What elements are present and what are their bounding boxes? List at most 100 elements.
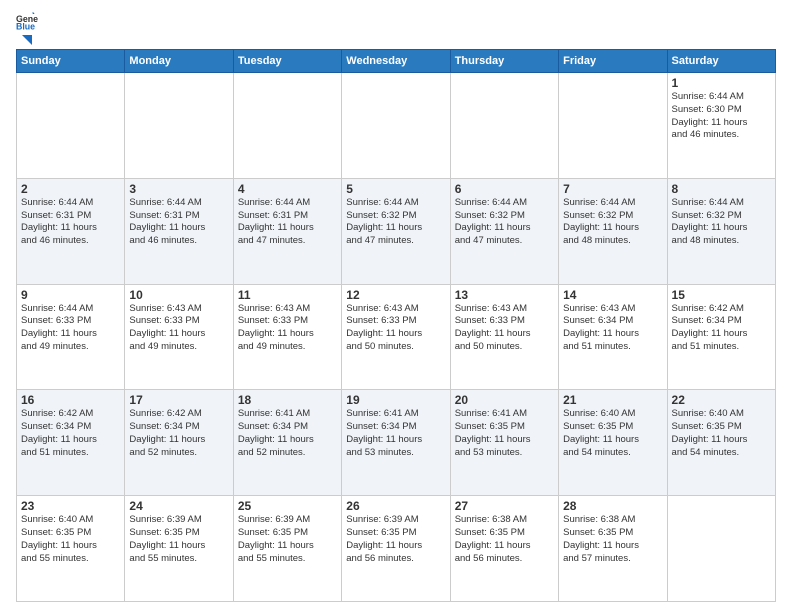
day-cell: 16Sunrise: 6:42 AMSunset: 6:34 PMDayligh… (17, 390, 125, 496)
day-info: Sunrise: 6:44 AMSunset: 6:31 PMDaylight:… (238, 197, 337, 248)
day-cell: 3Sunrise: 6:44 AMSunset: 6:31 PMDaylight… (125, 178, 233, 284)
day-cell: 27Sunrise: 6:38 AMSunset: 6:35 PMDayligh… (450, 496, 558, 602)
day-cell: 1Sunrise: 6:44 AMSunset: 6:30 PMDaylight… (667, 73, 775, 179)
logo: General Blue (16, 12, 38, 45)
day-number: 15 (672, 288, 771, 302)
day-number: 10 (129, 288, 228, 302)
day-cell: 12Sunrise: 6:43 AMSunset: 6:33 PMDayligh… (342, 284, 450, 390)
day-info: Sunrise: 6:41 AMSunset: 6:34 PMDaylight:… (346, 408, 445, 459)
day-info: Sunrise: 6:43 AMSunset: 6:33 PMDaylight:… (238, 303, 337, 354)
weekday-header-friday: Friday (559, 50, 667, 73)
day-info: Sunrise: 6:42 AMSunset: 6:34 PMDaylight:… (129, 408, 228, 459)
day-number: 11 (238, 288, 337, 302)
week-row-2: 2Sunrise: 6:44 AMSunset: 6:31 PMDaylight… (17, 178, 776, 284)
day-number: 2 (21, 182, 120, 196)
day-number: 12 (346, 288, 445, 302)
logo-triangle-icon (16, 31, 34, 49)
header: General Blue (16, 12, 776, 45)
day-number: 13 (455, 288, 554, 302)
day-info: Sunrise: 6:44 AMSunset: 6:32 PMDaylight:… (346, 197, 445, 248)
day-info: Sunrise: 6:44 AMSunset: 6:31 PMDaylight:… (129, 197, 228, 248)
day-cell: 14Sunrise: 6:43 AMSunset: 6:34 PMDayligh… (559, 284, 667, 390)
weekday-row: SundayMondayTuesdayWednesdayThursdayFrid… (17, 50, 776, 73)
day-cell: 28Sunrise: 6:38 AMSunset: 6:35 PMDayligh… (559, 496, 667, 602)
day-info: Sunrise: 6:39 AMSunset: 6:35 PMDaylight:… (129, 514, 228, 565)
day-info: Sunrise: 6:38 AMSunset: 6:35 PMDaylight:… (455, 514, 554, 565)
day-cell: 10Sunrise: 6:43 AMSunset: 6:33 PMDayligh… (125, 284, 233, 390)
day-info: Sunrise: 6:44 AMSunset: 6:31 PMDaylight:… (21, 197, 120, 248)
day-cell (17, 73, 125, 179)
day-number: 7 (563, 182, 662, 196)
day-cell: 21Sunrise: 6:40 AMSunset: 6:35 PMDayligh… (559, 390, 667, 496)
day-cell: 2Sunrise: 6:44 AMSunset: 6:31 PMDaylight… (17, 178, 125, 284)
day-cell: 7Sunrise: 6:44 AMSunset: 6:32 PMDaylight… (559, 178, 667, 284)
day-info: Sunrise: 6:41 AMSunset: 6:34 PMDaylight:… (238, 408, 337, 459)
day-cell: 9Sunrise: 6:44 AMSunset: 6:33 PMDaylight… (17, 284, 125, 390)
day-number: 18 (238, 393, 337, 407)
day-number: 25 (238, 499, 337, 513)
day-info: Sunrise: 6:44 AMSunset: 6:32 PMDaylight:… (563, 197, 662, 248)
weekday-header-saturday: Saturday (667, 50, 775, 73)
day-cell: 11Sunrise: 6:43 AMSunset: 6:33 PMDayligh… (233, 284, 341, 390)
day-info: Sunrise: 6:44 AMSunset: 6:33 PMDaylight:… (21, 303, 120, 354)
day-info: Sunrise: 6:40 AMSunset: 6:35 PMDaylight:… (21, 514, 120, 565)
weekday-header-tuesday: Tuesday (233, 50, 341, 73)
day-cell: 24Sunrise: 6:39 AMSunset: 6:35 PMDayligh… (125, 496, 233, 602)
day-number: 14 (563, 288, 662, 302)
day-cell (125, 73, 233, 179)
day-cell: 15Sunrise: 6:42 AMSunset: 6:34 PMDayligh… (667, 284, 775, 390)
week-row-3: 9Sunrise: 6:44 AMSunset: 6:33 PMDaylight… (17, 284, 776, 390)
day-info: Sunrise: 6:43 AMSunset: 6:33 PMDaylight:… (129, 303, 228, 354)
calendar-body: 1Sunrise: 6:44 AMSunset: 6:30 PMDaylight… (17, 73, 776, 602)
day-number: 28 (563, 499, 662, 513)
day-number: 3 (129, 182, 228, 196)
day-cell: 6Sunrise: 6:44 AMSunset: 6:32 PMDaylight… (450, 178, 558, 284)
day-number: 6 (455, 182, 554, 196)
day-info: Sunrise: 6:43 AMSunset: 6:33 PMDaylight:… (346, 303, 445, 354)
day-info: Sunrise: 6:38 AMSunset: 6:35 PMDaylight:… (563, 514, 662, 565)
weekday-header-monday: Monday (125, 50, 233, 73)
day-number: 9 (21, 288, 120, 302)
weekday-header-sunday: Sunday (17, 50, 125, 73)
day-info: Sunrise: 6:39 AMSunset: 6:35 PMDaylight:… (238, 514, 337, 565)
weekday-header-thursday: Thursday (450, 50, 558, 73)
day-number: 24 (129, 499, 228, 513)
day-cell: 13Sunrise: 6:43 AMSunset: 6:33 PMDayligh… (450, 284, 558, 390)
day-info: Sunrise: 6:44 AMSunset: 6:30 PMDaylight:… (672, 91, 771, 142)
day-number: 4 (238, 182, 337, 196)
day-info: Sunrise: 6:42 AMSunset: 6:34 PMDaylight:… (672, 303, 771, 354)
day-number: 8 (672, 182, 771, 196)
day-info: Sunrise: 6:44 AMSunset: 6:32 PMDaylight:… (455, 197, 554, 248)
day-info: Sunrise: 6:40 AMSunset: 6:35 PMDaylight:… (672, 408, 771, 459)
day-info: Sunrise: 6:43 AMSunset: 6:34 PMDaylight:… (563, 303, 662, 354)
day-cell (233, 73, 341, 179)
day-number: 26 (346, 499, 445, 513)
week-row-5: 23Sunrise: 6:40 AMSunset: 6:35 PMDayligh… (17, 496, 776, 602)
week-row-4: 16Sunrise: 6:42 AMSunset: 6:34 PMDayligh… (17, 390, 776, 496)
day-info: Sunrise: 6:39 AMSunset: 6:35 PMDaylight:… (346, 514, 445, 565)
week-row-1: 1Sunrise: 6:44 AMSunset: 6:30 PMDaylight… (17, 73, 776, 179)
day-cell: 5Sunrise: 6:44 AMSunset: 6:32 PMDaylight… (342, 178, 450, 284)
day-info: Sunrise: 6:42 AMSunset: 6:34 PMDaylight:… (21, 408, 120, 459)
day-number: 17 (129, 393, 228, 407)
day-number: 27 (455, 499, 554, 513)
day-cell: 22Sunrise: 6:40 AMSunset: 6:35 PMDayligh… (667, 390, 775, 496)
day-cell: 25Sunrise: 6:39 AMSunset: 6:35 PMDayligh… (233, 496, 341, 602)
day-number: 21 (563, 393, 662, 407)
day-cell: 26Sunrise: 6:39 AMSunset: 6:35 PMDayligh… (342, 496, 450, 602)
day-info: Sunrise: 6:44 AMSunset: 6:32 PMDaylight:… (672, 197, 771, 248)
day-cell (450, 73, 558, 179)
day-cell: 8Sunrise: 6:44 AMSunset: 6:32 PMDaylight… (667, 178, 775, 284)
day-cell (342, 73, 450, 179)
day-cell: 18Sunrise: 6:41 AMSunset: 6:34 PMDayligh… (233, 390, 341, 496)
weekday-header-wednesday: Wednesday (342, 50, 450, 73)
day-cell: 4Sunrise: 6:44 AMSunset: 6:31 PMDaylight… (233, 178, 341, 284)
day-cell: 20Sunrise: 6:41 AMSunset: 6:35 PMDayligh… (450, 390, 558, 496)
calendar: SundayMondayTuesdayWednesdayThursdayFrid… (16, 49, 776, 602)
day-number: 19 (346, 393, 445, 407)
day-info: Sunrise: 6:40 AMSunset: 6:35 PMDaylight:… (563, 408, 662, 459)
day-number: 22 (672, 393, 771, 407)
day-number: 23 (21, 499, 120, 513)
day-cell: 23Sunrise: 6:40 AMSunset: 6:35 PMDayligh… (17, 496, 125, 602)
day-number: 20 (455, 393, 554, 407)
